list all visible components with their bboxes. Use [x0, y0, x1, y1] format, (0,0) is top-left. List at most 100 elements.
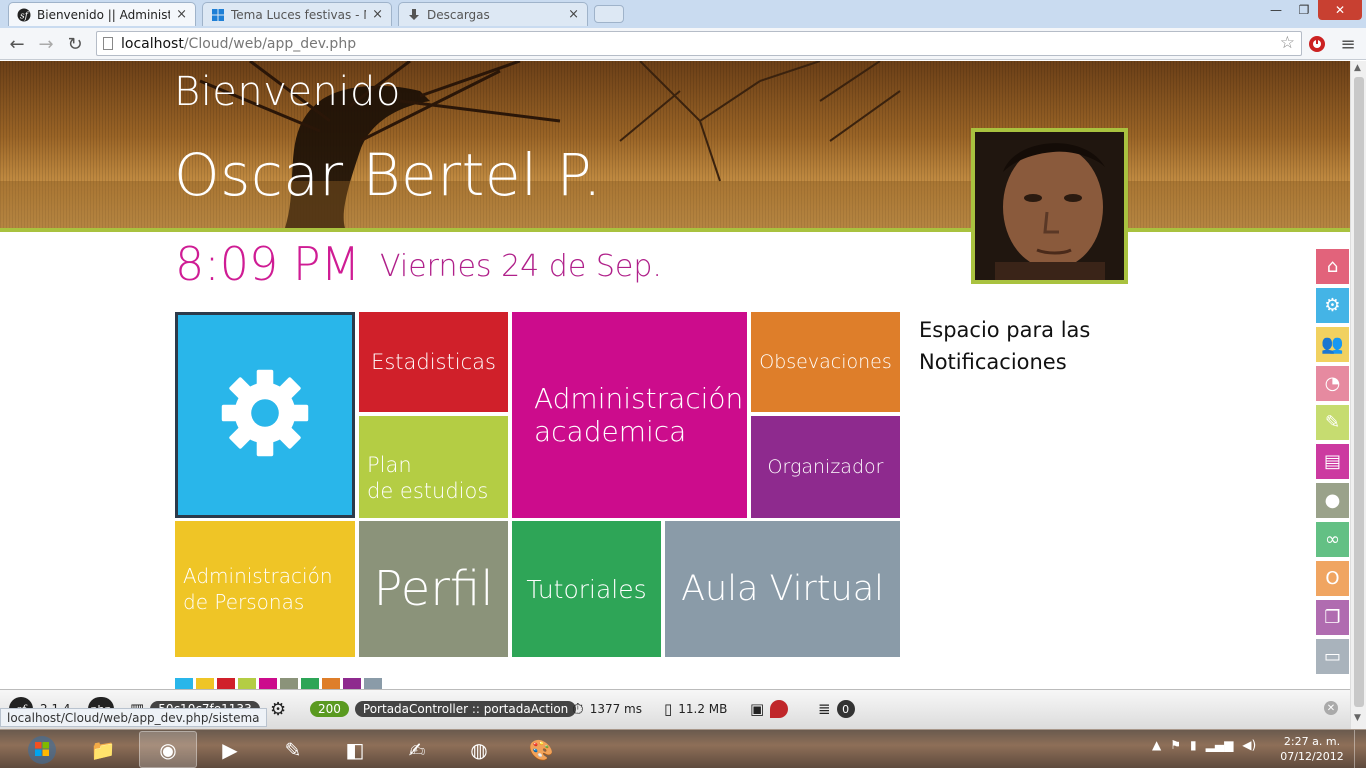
tab-descargas[interactable]: Descargas ×: [398, 2, 588, 26]
database-icon: ≣: [818, 700, 831, 718]
tray-expand-icon[interactable]: ▲: [1152, 738, 1161, 752]
tile-label: Tutoriales: [526, 574, 647, 604]
document-icon[interactable]: ▤: [1316, 444, 1349, 479]
color-swatches: [175, 678, 382, 689]
tile-label-line2: academica: [534, 415, 687, 448]
show-desktop-button[interactable]: [1354, 730, 1366, 768]
tile-label-line2: de estudios: [367, 479, 489, 503]
forward-button[interactable]: →: [34, 32, 58, 56]
tile-estadisticas[interactable]: Estadisticas: [359, 312, 508, 412]
sf-request[interactable]: 200 PortadaController :: portadaAction: [310, 697, 577, 721]
explorer-icon: 📁: [90, 737, 116, 762]
minimize-button[interactable]: —: [1262, 0, 1290, 20]
network-signal-icon[interactable]: ▂▄▆: [1206, 738, 1234, 752]
users-icon[interactable]: 👥: [1316, 327, 1349, 362]
sf-config[interactable]: ⚙: [270, 697, 286, 721]
taskbar-app-blue-app[interactable]: ◧: [326, 731, 384, 768]
color-swatch[interactable]: [364, 678, 382, 689]
gear-icon[interactable]: ⚙: [1316, 288, 1349, 323]
circle-icon[interactable]: O: [1316, 561, 1349, 596]
color-swatch[interactable]: [259, 678, 277, 689]
tile-tutoriales[interactable]: Tutoriales: [512, 521, 661, 657]
tab-title: Tema Luces festivas - Mic: [231, 7, 366, 22]
color-swatch[interactable]: [238, 678, 256, 689]
color-swatch[interactable]: [175, 678, 193, 689]
taskbar-app-notepadpp[interactable]: ✍: [388, 731, 446, 768]
menu-button[interactable]: ≡: [1336, 32, 1360, 56]
start-button[interactable]: [22, 732, 62, 767]
reload-button[interactable]: ↻: [63, 32, 87, 56]
color-swatch[interactable]: [301, 678, 319, 689]
taskbar-app-explorer[interactable]: 📁: [74, 731, 132, 768]
tile-label-line1: Administración: [534, 382, 744, 415]
tile-configuracion[interactable]: [175, 312, 355, 518]
taskbar-app-notepad[interactable]: ✎: [264, 731, 322, 768]
tile-plan-de-estudios[interactable]: Plan de estudios: [359, 416, 508, 518]
status-code-pill: 200: [310, 701, 349, 717]
taskbar-app-paint[interactable]: 🎨: [512, 731, 570, 768]
current-date: Viernes 24 de Sep.: [380, 249, 662, 284]
sf-db[interactable]: ≣ 0: [818, 697, 855, 721]
bookmark-star-icon[interactable]: ☆: [1280, 33, 1295, 53]
extension-icon[interactable]: [1305, 32, 1329, 56]
taskbar-clock[interactable]: 2:27 a. m. 07/12/2012: [1278, 734, 1346, 764]
color-swatch[interactable]: [343, 678, 361, 689]
tile-perfil[interactable]: Perfil: [359, 521, 508, 657]
user-photo-image: [975, 132, 1124, 280]
tab-close-icon[interactable]: ×: [176, 7, 187, 22]
fish-icon[interactable]: ∞: [1316, 522, 1349, 557]
address-bar[interactable]: localhost/Cloud/web/app_dev.php ☆: [96, 31, 1302, 56]
symfony-icon: sf: [17, 8, 31, 22]
close-window-button[interactable]: ✕: [1318, 0, 1362, 20]
debug-toolbar-close-icon[interactable]: ✕: [1324, 701, 1338, 715]
sf-memory[interactable]: ▯ 11.2 MB: [664, 697, 727, 721]
power-icon[interactable]: ▮: [1190, 738, 1197, 752]
back-button[interactable]: ←: [5, 32, 29, 56]
tab-bienvenido[interactable]: sf Bienvenido || Administrad ×: [8, 2, 196, 26]
tile-aula-virtual[interactable]: Aula Virtual: [665, 521, 900, 657]
sf-timer[interactable]: ⏱ 1377 ms: [572, 697, 642, 721]
tile-label-line1: Plan: [367, 453, 412, 477]
taskbar-app-media-player[interactable]: ▶: [201, 731, 259, 768]
user-avatar[interactable]: [971, 128, 1128, 284]
color-swatch[interactable]: [280, 678, 298, 689]
tab-tema-luces[interactable]: Tema Luces festivas - Mic ×: [202, 2, 392, 26]
tile-administracion-academica[interactable]: Administración academica: [512, 312, 747, 518]
notebook-icon[interactable]: ✎: [1316, 405, 1349, 440]
tile-administracion-personas[interactable]: Administración de Personas: [175, 521, 355, 657]
volume-icon[interactable]: ◀): [1242, 738, 1256, 752]
maximize-button[interactable]: ❐: [1290, 0, 1318, 20]
scroll-down-arrow-icon[interactable]: ▼: [1354, 713, 1361, 723]
window-icon[interactable]: ▭: [1316, 639, 1349, 674]
tile-observaciones[interactable]: Obsevaciones: [751, 312, 900, 412]
notifications-area: Espacio para las Notificaciones: [919, 318, 1091, 374]
notepad-icon: ✎: [284, 737, 302, 762]
controller-action: portadaAction: [483, 702, 569, 716]
taskbar-app-firefox[interactable]: ◍: [450, 731, 508, 768]
color-swatch[interactable]: [322, 678, 340, 689]
page-scrollbar[interactable]: ▲ ▼: [1350, 61, 1366, 729]
address-host: localhost: [121, 35, 184, 52]
banner-divider: [0, 228, 1350, 232]
taskbar-app-chrome[interactable]: ◉: [139, 731, 197, 768]
tab-close-icon[interactable]: ×: [568, 7, 579, 22]
tile-label: Perfil: [373, 561, 494, 617]
color-swatch[interactable]: [196, 678, 214, 689]
request-time: 1377 ms: [589, 702, 642, 716]
user-security-icon: ▣: [750, 700, 765, 718]
scroll-thumb[interactable]: [1354, 77, 1364, 707]
pie-chart-icon[interactable]: ◔: [1316, 366, 1349, 401]
sf-security[interactable]: ▣: [750, 697, 789, 721]
firefox-icon: ◍: [470, 737, 488, 762]
tile-organizador[interactable]: Organizador: [751, 416, 900, 518]
status-link-tooltip: localhost/Cloud/web/app_dev.php/sistema: [0, 708, 267, 727]
color-swatch[interactable]: [217, 678, 235, 689]
new-tab-button[interactable]: [594, 5, 624, 23]
scroll-up-arrow-icon[interactable]: ▲: [1354, 63, 1361, 73]
person-icon[interactable]: ●: [1316, 483, 1349, 518]
windows-stack-icon[interactable]: ❐: [1316, 600, 1349, 635]
action-center-flag-icon[interactable]: ⚑: [1170, 738, 1181, 752]
home-icon[interactable]: ⌂: [1316, 249, 1349, 284]
clock-time: 2:27 a. m.: [1283, 735, 1341, 748]
tab-close-icon[interactable]: ×: [372, 7, 383, 22]
